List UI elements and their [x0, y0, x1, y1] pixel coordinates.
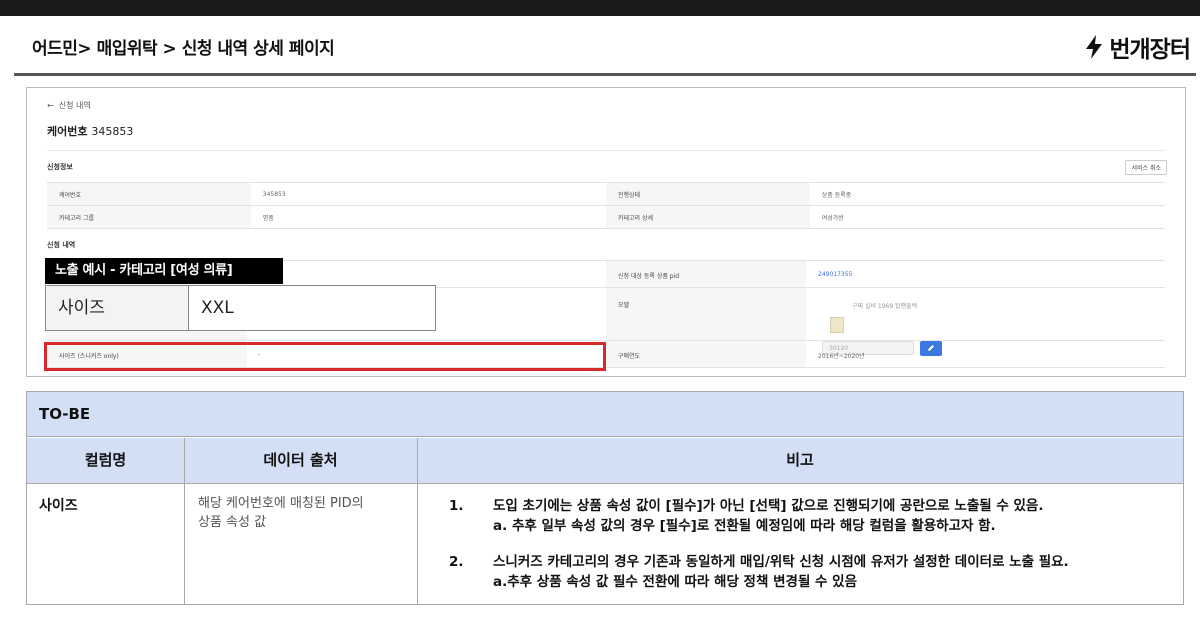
row-key: 진행상태 — [606, 183, 810, 205]
care-label: 케어번호 — [47, 125, 88, 138]
divider — [47, 150, 1165, 151]
header-data-source: 데이터 출처 — [263, 451, 338, 469]
table-header-row: 컬럼명 데이터 출처 비고 — [27, 438, 1183, 484]
example-banner: 노출 예시 - 카테고리 [여성 의류] — [45, 258, 283, 284]
model-label: 모델 — [618, 302, 630, 309]
cell-column-name: 사이즈 — [39, 498, 78, 514]
header-column-name: 컬럼명 — [84, 451, 127, 469]
column-divider — [417, 438, 418, 605]
column-divider — [184, 438, 185, 605]
note-body: 스니커즈 카테고리의 경우 기존과 동일하게 매입/위탁 신청 시점에 유저가 … — [493, 552, 1175, 592]
logo-text: 번개장터 — [1109, 37, 1191, 63]
note-body: 도입 초기에는 상품 속성 값이 [필수]가 아닌 [선택] 값으로 진행되기에… — [493, 496, 1175, 536]
table-row: 케어번호 345853 진행상태 상품 등록중 — [47, 183, 1165, 206]
section-info-label: 신청정보 — [47, 163, 73, 171]
source-line: 해당 케어번호에 매칭된 PID의 — [198, 496, 364, 511]
list-item: 1. 도입 초기에는 상품 속성 값이 [필수]가 아닌 [선택] 값으로 진행… — [445, 496, 1175, 536]
lightning-icon — [1086, 35, 1103, 59]
product-thumbnail — [830, 317, 844, 333]
care-title: 케어번호 345853 — [47, 123, 133, 139]
page-title: 어드민> 매입위탁 > 신청 내역 상세 페이지 — [32, 39, 335, 59]
header-remarks: 비고 — [786, 451, 814, 469]
top-dark-bar — [0, 0, 1200, 16]
back-link-label: 신청 내역 — [58, 101, 91, 110]
source-line: 상품 속성 값 — [198, 515, 267, 530]
info-table: 케어번호 345853 진행상태 상품 등록중 카테고리 그룹 명품 카테고리 … — [47, 182, 1165, 229]
page-header: 어드민> 매입위탁 > 신청 내역 상세 페이지 번개장터 — [14, 16, 1196, 74]
note-line: a. 추후 일부 속성 값의 경우 [필수]로 전환될 예정임에 따라 해당 컬… — [493, 518, 996, 534]
table-row: 카테고리 그룹 명품 카테고리 상세 여성가방 — [47, 206, 1165, 229]
note-line: a.추후 상품 속성 값 필수 전환에 따라 해당 정책 변경될 수 있음 — [493, 574, 858, 590]
care-number: 345853 — [91, 125, 134, 138]
tobe-title: TO-BE — [27, 392, 1183, 437]
row-value: 345853 — [262, 190, 286, 198]
note-line: 스니커즈 카테고리의 경우 기존과 동일하게 매입/위탁 신청 시점에 유저가 … — [493, 554, 1069, 570]
pid-label: 신청 대상 등록 상품 pid — [618, 273, 680, 280]
pid-link[interactable]: 249017355 — [818, 271, 852, 278]
year-label: 구매연도 — [618, 353, 641, 360]
arrow-left-icon: ← — [47, 101, 59, 110]
cell-remarks: 1. 도입 초기에는 상품 속성 값이 [필수]가 아닌 [선택] 값으로 진행… — [445, 496, 1175, 608]
example-box: 사이즈 XXL — [45, 285, 436, 331]
section-detail-label: 신청 내역 — [47, 241, 76, 249]
list-item: 2. 스니커즈 카테고리의 경우 기존과 동일하게 매입/위탁 신청 시점에 유… — [445, 552, 1175, 592]
tobe-table: TO-BE 컬럼명 데이터 출처 비고 사이즈 해당 케어번호에 매칭된 PID… — [26, 391, 1184, 605]
row-value: 명품 — [262, 214, 274, 222]
note-number: 1. — [449, 498, 464, 514]
back-link[interactable]: ← 신청 내역 — [47, 100, 91, 111]
row-value: 여성가방 — [821, 214, 844, 222]
row-key: 케어번호 — [47, 183, 251, 205]
row-key: 카테고리 그룹 — [47, 206, 251, 228]
service-cancel-button[interactable]: 서비스 취소 — [1125, 160, 1167, 175]
row-key: 카테고리 상세 — [606, 206, 810, 228]
example-key: 사이즈 — [46, 286, 189, 330]
row-value: 상품 등록중 — [821, 191, 852, 199]
note-number: 2. — [449, 554, 464, 570]
admin-screenshot: ← 신청 내역 케어번호 345853 신청정보 서비스 취소 케어번호 345… — [26, 87, 1186, 377]
row-key-cell — [606, 288, 806, 340]
highlight-box — [44, 342, 606, 371]
cell-data-source: 해당 케어번호에 매칭된 PID의 상품 속성 값 — [198, 494, 364, 532]
model-text: 구찌 실비 1969 탑핸들백 — [852, 303, 918, 310]
header-divider — [14, 73, 1196, 76]
note-line: 도입 초기에는 상품 속성 값이 [필수]가 아닌 [선택] 값으로 진행되기에… — [493, 498, 1044, 514]
year-value: 2016년~2020년 — [818, 353, 865, 360]
brand-logo: 번개장터 — [1083, 30, 1191, 64]
example-value: XXL — [201, 298, 234, 318]
